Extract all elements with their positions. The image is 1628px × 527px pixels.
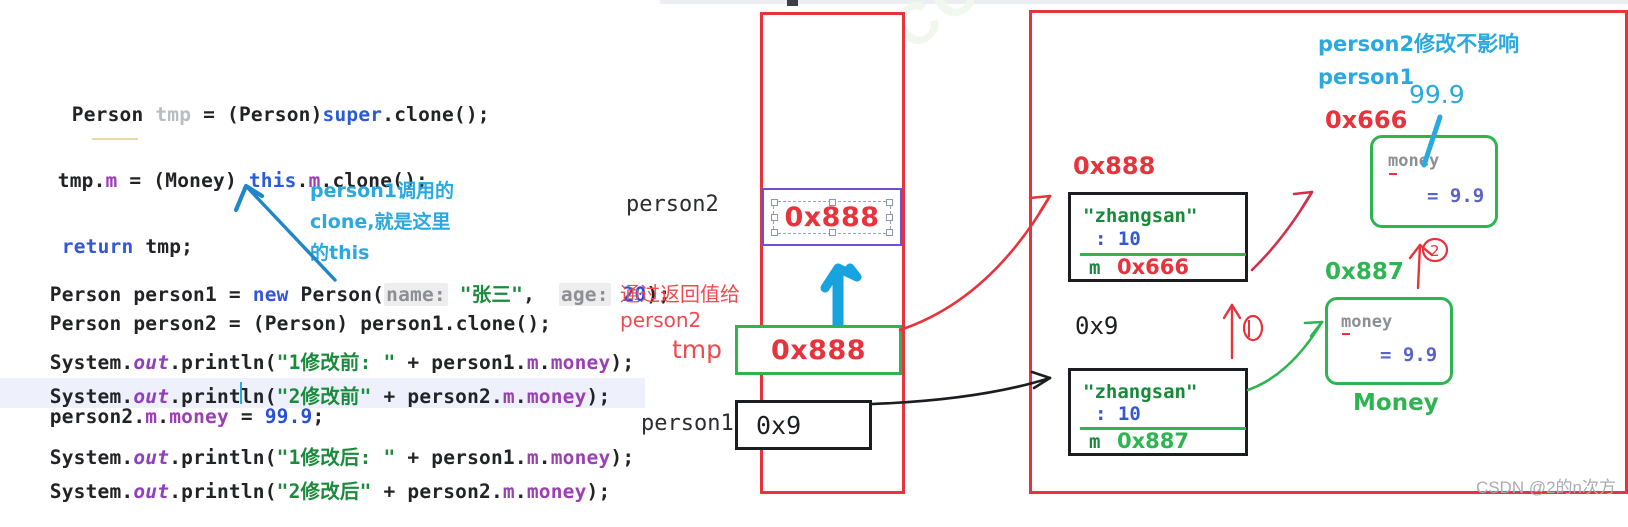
stack-slot-person2[interactable]: 0x888 — [762, 188, 902, 246]
field-name-b: "zhangsan" — [1083, 381, 1198, 403]
selection-handle-ne[interactable] — [885, 198, 893, 206]
stack-slot-tmp[interactable]: 0x888 — [735, 325, 902, 375]
selection-handle-e[interactable] — [885, 214, 893, 221]
selection-handle-nw[interactable] — [771, 198, 779, 206]
code-line-10[interactable]: System.out.println("2修改后" + person2.m.mo… — [2, 452, 610, 527]
field-age-b: : 10 — [1095, 403, 1141, 425]
token-field-m-7: m — [502, 480, 515, 503]
selection-handle-sw[interactable] — [771, 228, 779, 236]
money-field-value-b: = 9.9 — [1380, 344, 1438, 366]
money-field-value-a: = 9.9 — [1427, 185, 1485, 207]
csdn-watermark: CSDN @2的n次方 — [1475, 478, 1616, 497]
token-type-person: Person — [71, 103, 144, 126]
param-hint-age: age: — [558, 283, 611, 306]
token-var-tmp: tmp — [155, 103, 192, 126]
heap-object-money-a[interactable]: money = 9.9 — [1370, 135, 1498, 228]
stack-value-person1: 0x9 — [756, 410, 802, 440]
selection-outline: 0x888 — [771, 198, 893, 236]
field-name-a: "zhangsan" — [1083, 205, 1198, 227]
money-underscore-a — [1389, 173, 1397, 175]
field-m-label-b: m — [1089, 431, 1101, 453]
money-field-name-b: money — [1341, 312, 1393, 332]
money-underscore-b — [1342, 333, 1350, 335]
selection-handle-w[interactable] — [771, 214, 779, 221]
annotation-blue-line-1: person1调用的 — [310, 180, 454, 202]
annotation-heap-blue-2: person1 — [1318, 65, 1415, 89]
field-m-value-a: 0x666 — [1117, 255, 1189, 279]
selection-handle-se[interactable] — [885, 228, 893, 236]
heap-address-tag-0x666: 0x666 — [1325, 106, 1408, 134]
annotation-blue-line-2: clone,就是这里 — [310, 211, 451, 233]
stack-label-tmp: tmp — [672, 335, 723, 364]
token-out-4: out — [133, 480, 170, 503]
selection-handle-s[interactable] — [829, 228, 836, 236]
token-type-money: Money — [165, 169, 225, 192]
token-field-money-5: money — [526, 480, 587, 503]
stack-value-tmp: 0x888 — [770, 334, 867, 366]
stack-slot-person1[interactable]: 0x9 — [735, 400, 872, 450]
money-field-name-a: money — [1388, 151, 1440, 171]
window-top-nub — [787, 0, 798, 6]
text-caret — [240, 382, 242, 404]
annotation-heap-blue-1: person2修改不影响 — [1318, 32, 1520, 56]
money-class-caption: Money — [1353, 390, 1439, 416]
heap-object-person-a[interactable]: "zhangsan" : 10 m 0x666 — [1068, 192, 1248, 282]
token-cast-person: Person — [238, 103, 311, 126]
annotation-new-money-value: 99.9 — [1409, 80, 1465, 109]
annotation-blue-line-3: 的this — [310, 242, 370, 264]
red-arrow-tmp-to-person-a — [898, 194, 1052, 332]
token-field-m-4: m — [502, 385, 515, 408]
field-m-label-a: m — [1089, 257, 1101, 279]
annotation-red-line-1: 通过返回值给 — [620, 282, 740, 306]
heap-address-tag-0x888: 0x888 — [1073, 152, 1156, 180]
heap-object-money-b[interactable]: money = 9.9 — [1325, 297, 1453, 385]
token-field-m: m — [105, 169, 118, 192]
selection-handle-n[interactable] — [829, 198, 836, 206]
heap-object-person-b[interactable]: "zhangsan" : 10 m 0x887 — [1068, 368, 1248, 456]
token-str-2-after: "2修改后" — [276, 480, 372, 503]
heap-address-tag-0x887: 0x887 — [1325, 259, 1404, 285]
token-field-money-2: money — [526, 385, 587, 408]
stack-label-person1: person1 — [641, 411, 734, 436]
token-kw-this: this — [248, 169, 297, 192]
heap-address-tag-0x9: 0x9 — [1075, 312, 1119, 340]
stack-label-person2: person2 — [626, 192, 719, 217]
field-m-value-b: 0x887 — [1117, 429, 1189, 453]
code-line-1[interactable]: Person tmp = (Person)super.clone(); — [24, 80, 490, 149]
token-kw-super: super — [322, 103, 383, 126]
annotation-red-line-2: person2 — [620, 308, 702, 332]
field-age-a: : 10 — [1095, 228, 1141, 250]
